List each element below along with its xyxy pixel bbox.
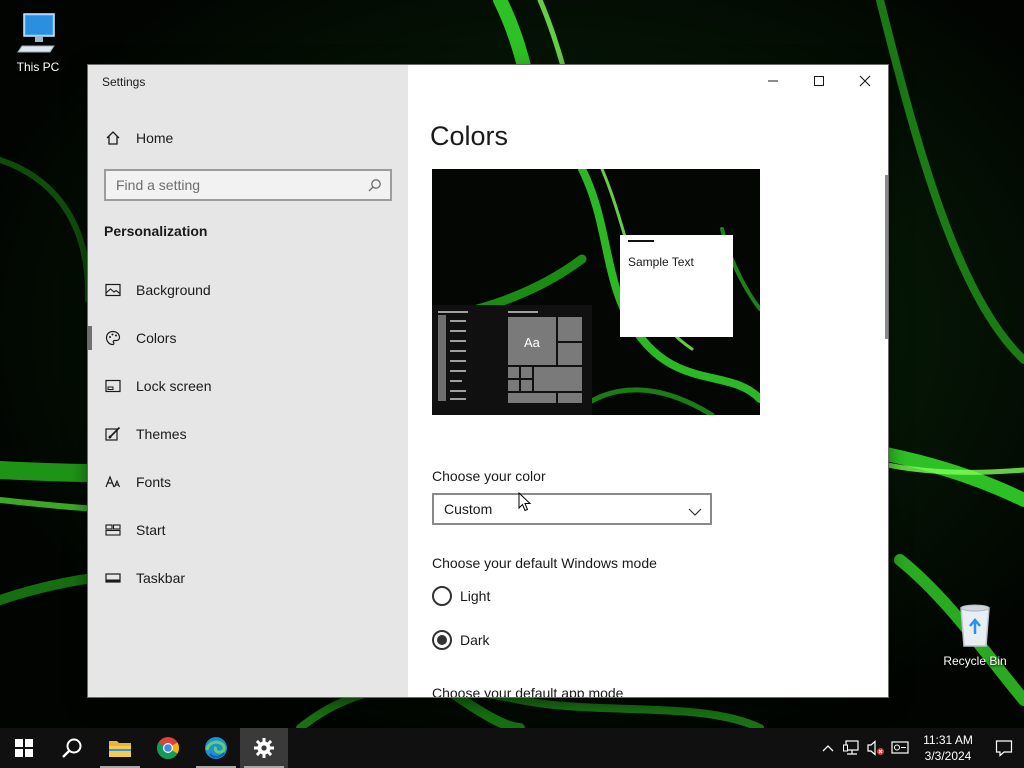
nav-item-label: Fonts bbox=[136, 474, 172, 490]
window-controls bbox=[750, 65, 888, 97]
network-icon bbox=[843, 740, 859, 755]
start-tiles-icon bbox=[104, 521, 122, 539]
radio-label: Light bbox=[460, 588, 491, 604]
close-button[interactable] bbox=[842, 65, 888, 97]
chevron-up-icon bbox=[822, 745, 834, 752]
clock-time: 11:31 AM bbox=[923, 733, 973, 747]
show-hidden-icons-button[interactable] bbox=[816, 728, 840, 768]
home-icon bbox=[104, 129, 122, 147]
clock-date: 3/3/2024 bbox=[924, 749, 972, 763]
section-header: Personalization bbox=[104, 223, 208, 239]
chrome-icon bbox=[157, 737, 179, 759]
chevron-down-icon bbox=[688, 504, 702, 520]
taskbar-icon bbox=[104, 569, 122, 587]
nav-item-colors[interactable]: Colors bbox=[88, 318, 408, 358]
search-button[interactable] bbox=[48, 728, 96, 768]
nav-item-label: Home bbox=[136, 130, 174, 146]
radio-dark[interactable]: Dark bbox=[432, 628, 490, 652]
nav-item-background[interactable]: Background bbox=[88, 270, 408, 310]
volume-muted-icon bbox=[867, 740, 884, 756]
choose-color-label: Choose your color bbox=[432, 468, 546, 484]
dropdown-value: Custom bbox=[444, 501, 493, 517]
start-button[interactable] bbox=[0, 728, 48, 768]
page-title: Colors bbox=[430, 121, 509, 151]
settings-window: Settings Home Personalization Background bbox=[88, 65, 888, 697]
search-input[interactable] bbox=[116, 177, 362, 193]
close-icon bbox=[859, 75, 871, 87]
radio-label: Dark bbox=[460, 632, 490, 648]
nav-item-label: Start bbox=[136, 522, 166, 538]
lock-screen-icon bbox=[104, 377, 122, 395]
nav-item-label: Taskbar bbox=[136, 570, 186, 586]
desktop-icon-this-pc[interactable]: This PC bbox=[0, 10, 76, 74]
font-icon bbox=[104, 473, 122, 491]
choose-color-dropdown[interactable]: Custom bbox=[432, 493, 712, 525]
settings-taskbar-button[interactable] bbox=[240, 728, 288, 768]
nav-item-taskbar[interactable]: Taskbar bbox=[88, 558, 408, 598]
windows-mode-label: Choose your default Windows mode bbox=[432, 555, 657, 571]
system-tray: 11:31 AM 3/3/2024 bbox=[816, 728, 1024, 768]
display-icon bbox=[891, 741, 909, 754]
clock[interactable]: 11:31 AM 3/3/2024 bbox=[918, 732, 978, 764]
preview-tile-label: Aa bbox=[524, 335, 540, 350]
radio-button-unchecked[interactable] bbox=[432, 586, 452, 606]
chrome-button[interactable] bbox=[144, 728, 192, 768]
nav-item-start[interactable]: Start bbox=[88, 510, 408, 550]
computer-icon bbox=[0, 10, 76, 57]
edge-button[interactable] bbox=[192, 728, 240, 768]
nav-item-label: Colors bbox=[136, 330, 177, 346]
taskbar: 11:31 AM 3/3/2024 bbox=[0, 728, 1024, 768]
nav-item-lock-screen[interactable]: Lock screen bbox=[88, 366, 408, 406]
recycle-bin-icon bbox=[937, 602, 1013, 651]
scrollbar-thumb[interactable] bbox=[885, 175, 888, 339]
notification-icon bbox=[995, 740, 1013, 757]
palette-icon bbox=[104, 329, 122, 347]
gear-icon bbox=[254, 738, 274, 758]
volume-button[interactable] bbox=[864, 728, 888, 768]
network-button[interactable] bbox=[840, 728, 864, 768]
minimize-button[interactable] bbox=[750, 65, 796, 97]
theme-preview: Sample Text Aa bbox=[432, 169, 760, 415]
nav-item-themes[interactable]: Themes bbox=[88, 414, 408, 454]
maximize-icon bbox=[814, 76, 824, 86]
picture-icon bbox=[104, 281, 122, 299]
nav-item-label: Background bbox=[136, 282, 211, 298]
display-button[interactable] bbox=[888, 728, 912, 768]
folder-icon bbox=[109, 741, 131, 757]
nav-item-home[interactable]: Home bbox=[88, 118, 408, 158]
brush-icon bbox=[104, 425, 122, 443]
edge-icon bbox=[205, 737, 227, 759]
app-mode-label: Choose your default app mode bbox=[432, 685, 624, 697]
settings-sidebar: Settings Home Personalization Background bbox=[88, 65, 408, 697]
nav-item-label: Lock screen bbox=[136, 378, 212, 394]
mouse-cursor-icon bbox=[518, 491, 532, 517]
radio-button-checked[interactable] bbox=[432, 630, 452, 650]
desktop-icon-label: This PC bbox=[16, 60, 60, 74]
nav-item-label: Themes bbox=[136, 426, 187, 442]
minimize-icon bbox=[768, 80, 778, 82]
window-title: Settings bbox=[102, 75, 146, 89]
search-icon bbox=[368, 178, 382, 197]
radio-light[interactable]: Light bbox=[432, 584, 490, 608]
search-box[interactable] bbox=[104, 169, 392, 201]
search-icon bbox=[62, 738, 82, 758]
nav-item-fonts[interactable]: Fonts bbox=[88, 462, 408, 502]
desktop-icon-label: Recycle Bin bbox=[943, 654, 1007, 668]
maximize-button[interactable] bbox=[796, 65, 842, 97]
file-explorer-button[interactable] bbox=[96, 728, 144, 768]
preview-sample-text: Sample Text bbox=[628, 255, 694, 269]
action-center-button[interactable] bbox=[984, 728, 1024, 768]
windows-logo-icon bbox=[15, 739, 33, 757]
desktop-icon-recycle-bin[interactable]: Recycle Bin bbox=[937, 602, 1013, 668]
settings-content: Colors Sample Text Aa Choose your color … bbox=[408, 65, 888, 697]
